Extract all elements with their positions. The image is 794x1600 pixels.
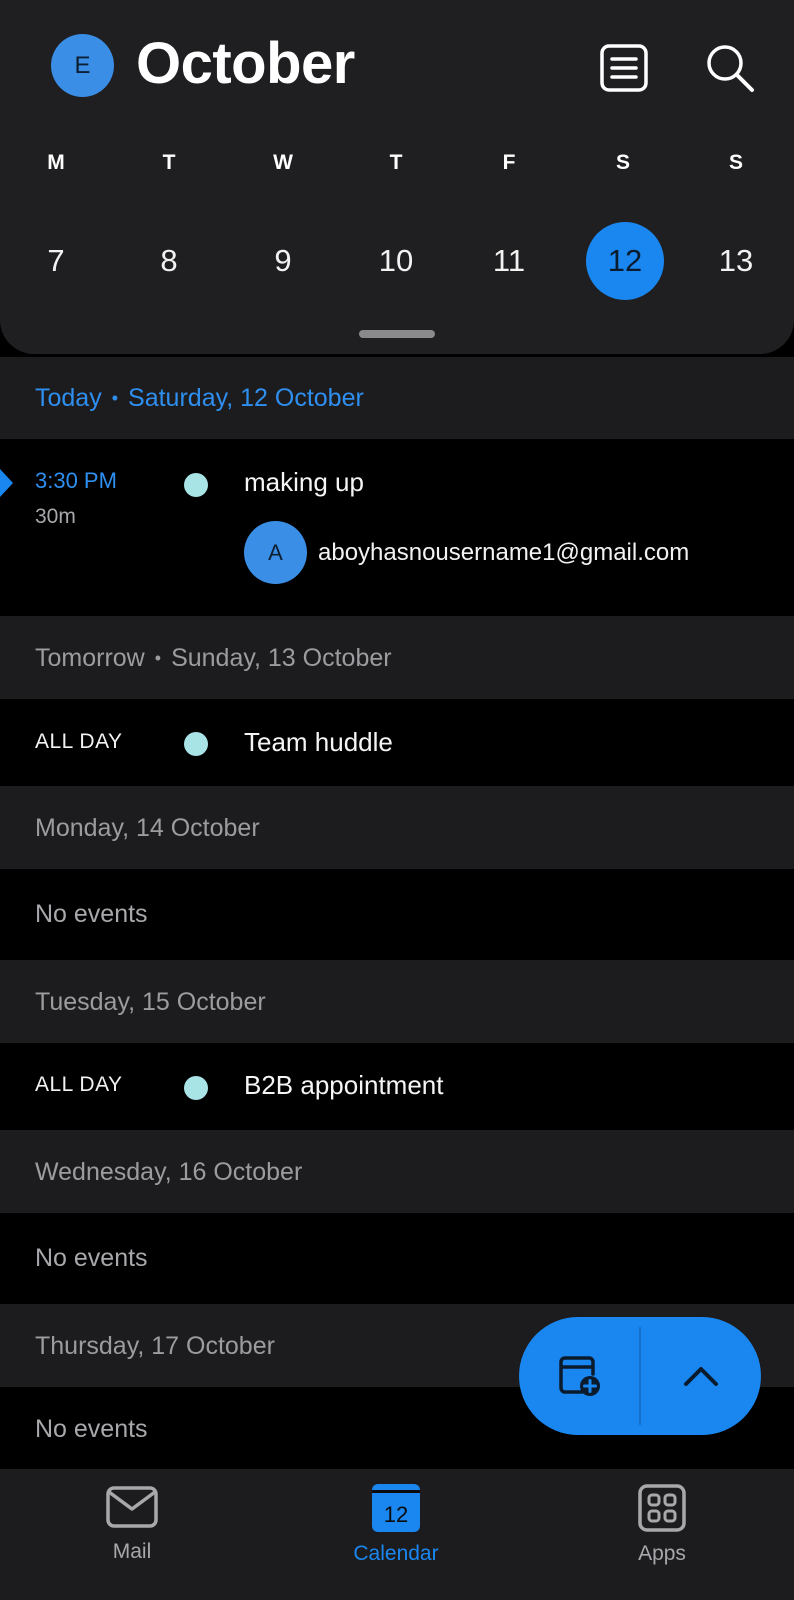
fab-divider (639, 1327, 641, 1425)
event-title: making up (244, 467, 364, 497)
calendar-icon-number: 12 (383, 1502, 409, 1527)
day-header-date: Saturday, 12 October (128, 383, 364, 412)
mail-icon (106, 1486, 158, 1528)
weekday-label: F (502, 151, 516, 174)
event-title: Team huddle (244, 727, 393, 757)
day-header-date: Wednesday, 16 October (35, 1157, 303, 1186)
date-cell[interactable]: 7 (17, 222, 95, 300)
calendar-icon: 12 (372, 1484, 420, 1532)
date-cell[interactable]: 8 (130, 222, 208, 300)
no-events-text: No events (35, 1244, 148, 1272)
weekday-label: S (615, 151, 630, 174)
separator-dot: • (154, 647, 162, 668)
event-row[interactable]: ALL DAY Team huddle (0, 699, 794, 787)
weekday-label: W (273, 151, 293, 174)
new-event-icon (558, 1356, 600, 1396)
event-time: ALL DAY (35, 730, 123, 753)
event-color-dot (184, 1076, 208, 1100)
attendee-email: aboyhasnousername1@gmail.com (318, 539, 690, 566)
day-header-tomorrow: Tomorrow • Sunday, 13 October (0, 617, 794, 699)
day-header-date: Sunday, 13 October (171, 643, 392, 672)
apps-grid-icon (638, 1484, 686, 1532)
date-cell[interactable]: 10 (357, 222, 435, 300)
tab-calendar-label: Calendar (353, 1542, 439, 1565)
search-button[interactable] (702, 40, 758, 96)
weekday-label: M (47, 151, 65, 174)
expand-up-button[interactable] (640, 1317, 761, 1435)
event-time: 3:30 PM (35, 468, 117, 493)
event-title: B2B appointment (244, 1070, 444, 1100)
separator-dot: • (111, 387, 119, 408)
current-time-marker (0, 469, 13, 497)
new-event-button[interactable] (519, 1317, 640, 1435)
search-icon (707, 45, 754, 92)
event-duration: 30m (35, 505, 76, 528)
day-header-relative: Tomorrow (35, 643, 145, 672)
date-cell[interactable]: 9 (244, 222, 322, 300)
tab-apps[interactable]: Apps (582, 1484, 742, 1566)
no-events-text: No events (35, 1415, 148, 1443)
bottom-tab-bar: Mail 12 Calendar Apps (0, 1470, 794, 1600)
day-header-tuesday: Tuesday, 15 October (0, 961, 794, 1043)
day-header-relative: Today (35, 383, 102, 412)
list-view-button[interactable] (596, 40, 652, 96)
chevron-up-icon (683, 1367, 718, 1386)
weekday-label: T (162, 151, 176, 174)
day-header-wednesday: Wednesday, 16 October (0, 1131, 794, 1213)
date-cell-selected[interactable]: 12 (586, 222, 664, 300)
empty-day-row: No events (0, 1213, 794, 1305)
event-color-dot (184, 473, 208, 497)
date-cell[interactable]: 13 (697, 222, 775, 300)
event-row[interactable]: ALL DAY B2B appointment (0, 1043, 794, 1131)
tab-apps-label: Apps (638, 1542, 686, 1565)
attendee-avatar-initial: A (268, 539, 283, 565)
day-header-date: Monday, 14 October (35, 813, 260, 842)
floating-action-button (519, 1317, 761, 1435)
calendar-header: E October M T W T F S S 7 8 9 10 11 12 1… (0, 0, 794, 354)
no-events-text: No events (35, 900, 148, 928)
weekday-label: T (389, 151, 403, 174)
day-header-date: Thursday, 17 October (35, 1331, 275, 1360)
event-color-dot (184, 732, 208, 756)
event-row[interactable]: 3:30 PM 30m making up A aboyhasnousernam… (0, 439, 794, 617)
tab-mail[interactable]: Mail (52, 1484, 212, 1564)
list-view-icon (600, 44, 648, 92)
tab-mail-label: Mail (112, 1540, 152, 1563)
attendee-avatar: A (244, 521, 307, 584)
day-header-date: Tuesday, 15 October (35, 987, 266, 1016)
tab-calendar[interactable]: 12 Calendar (316, 1484, 476, 1566)
account-avatar-initial: E (74, 51, 91, 79)
day-header-monday: Monday, 14 October (0, 787, 794, 869)
month-title[interactable]: October (136, 30, 355, 97)
event-time: ALL DAY (35, 1073, 123, 1096)
account-avatar[interactable]: E (51, 34, 114, 97)
weekday-label: S (728, 151, 743, 174)
expand-handle[interactable] (359, 330, 435, 338)
day-header-today: Today • Saturday, 12 October (0, 357, 794, 439)
date-cell[interactable]: 11 (470, 222, 548, 300)
empty-day-row: No events (0, 869, 794, 961)
